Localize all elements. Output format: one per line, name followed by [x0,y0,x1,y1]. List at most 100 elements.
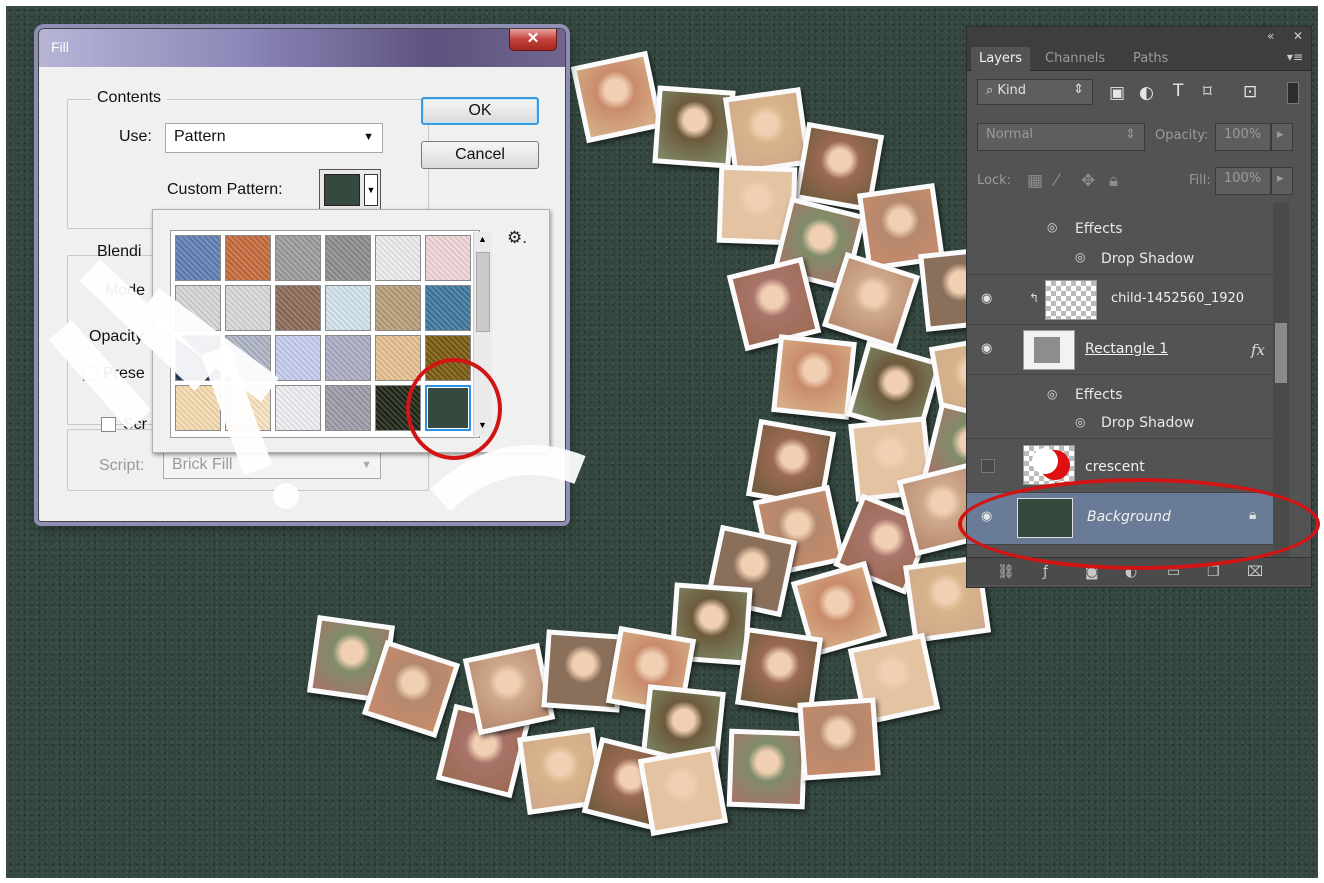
annotation-ring-pattern [406,358,502,460]
fill-label: Fill: [1189,173,1211,188]
photo-image [657,90,731,164]
eye-icon[interactable]: ◎ [1047,220,1057,234]
layer-row-rectangle[interactable]: ◉ Rectangle 1 fx [967,325,1287,375]
type-filter-icon[interactable]: T [1173,81,1183,101]
kind-filter[interactable]: ⌕ Kind ⇕ [977,79,1093,105]
collage-photo [462,642,556,736]
tab-channels[interactable]: Channels [1037,47,1113,71]
pattern-swatch[interactable] [175,285,221,331]
opacity-field[interactable]: 100% [1215,123,1271,151]
pattern-swatch[interactable] [325,285,371,331]
shape-filter-icon[interactable]: ⌑ [1203,82,1212,102]
collage-photo [771,334,857,420]
pattern-swatch[interactable] [225,285,271,331]
pattern-swatch[interactable] [175,385,221,431]
script-value: Brick Fill [172,456,233,473]
clip-arrow-icon: ↰ [1029,291,1040,305]
scrollbar-thumb[interactable] [476,252,490,332]
pattern-swatch[interactable] [325,235,371,281]
fill-field[interactable]: 100% [1215,167,1271,195]
script-dropdown[interactable]: Brick Fill ▼ [163,451,381,479]
image-filter-icon[interactable]: ▣ [1109,83,1125,103]
effects-group-2[interactable]: ◎ Effects ◎ Drop Shadow [967,375,1287,439]
layer-thumbnail [1023,330,1075,370]
collapse-icon[interactable]: « [1267,29,1274,43]
link-layers-icon[interactable]: ⛓ [997,564,1015,580]
panel-tabs: Layers Channels Paths ▾≡ [967,47,1311,71]
lock-move-icon[interactable]: ✥ [1081,171,1095,191]
layer-name: crescent [1085,459,1145,475]
collage-photo [726,728,808,810]
pattern-swatch[interactable] [375,285,421,331]
fx-icon[interactable]: fx [1251,341,1265,359]
collage-photo [570,50,664,144]
dialog-titlebar[interactable]: Fill ✕ [39,29,565,67]
pattern-swatch[interactable] [325,335,371,381]
dialog-title: Fill [51,39,69,55]
script-field-label: Script: [99,457,145,474]
blend-mode-dropdown[interactable]: Normal ⇕ [977,123,1145,151]
lock-brush-icon[interactable]: ⁄ [1055,171,1058,191]
cancel-button[interactable]: Cancel [421,141,539,169]
panel-menu-icon[interactable]: ▾≡ [1287,50,1303,64]
scroll-up-arrow[interactable]: ▲ [478,234,487,244]
pattern-dropdown-arrow[interactable]: ▼ [364,174,378,206]
gear-icon[interactable]: ⚙. [507,228,527,248]
effects-group-1[interactable]: ◎ Effects ◎ Drop Shadow [967,203,1287,275]
preserve-transparency-checkbox[interactable] [83,366,98,381]
pattern-swatch[interactable] [225,385,271,431]
visibility-eye-icon[interactable]: ◉ [981,341,992,356]
chevron-down-icon: ▼ [363,131,374,143]
tab-paths[interactable]: Paths [1125,47,1176,71]
opacity-dropdown-arrow[interactable]: ▸ [1271,123,1293,151]
ok-button[interactable]: OK [421,97,539,125]
scrollbar-thumb[interactable] [1275,323,1287,383]
fill-dropdown-arrow[interactable]: ▸ [1271,167,1293,195]
close-button[interactable]: ✕ [509,29,557,51]
selected-pattern-swatch [324,174,360,206]
pattern-swatch[interactable] [275,235,321,281]
layer-thumbnail [1045,280,1097,320]
photo-image [776,339,852,415]
collage-photo [722,86,812,176]
pattern-swatch[interactable] [275,335,321,381]
visibility-eye-icon[interactable]: ◉ [981,291,992,306]
pattern-swatch[interactable] [425,285,471,331]
pattern-swatch[interactable] [425,235,471,281]
lock-icon[interactable]: 🔒︎ [1109,171,1118,191]
pattern-swatch[interactable] [175,335,221,381]
tab-layers[interactable]: Layers [971,47,1031,71]
pattern-swatch[interactable] [325,385,371,431]
use-dropdown[interactable]: Pattern ▼ [165,123,383,153]
custom-pattern-label: Custom Pattern: [167,181,283,198]
pattern-swatch[interactable] [375,235,421,281]
pattern-swatch[interactable] [225,335,271,381]
fx-icon[interactable]: ƒ [1043,564,1048,580]
photo-image [740,632,818,710]
smart-object-filter-icon[interactable]: ⊡ [1243,82,1257,102]
fill-value: 100% [1224,171,1262,186]
close-panel-icon[interactable]: ✕ [1293,29,1303,43]
trash-icon[interactable]: ⌧ [1247,564,1263,580]
use-label: Use: [119,128,152,145]
lock-transparent-icon[interactable]: ▦ [1027,171,1043,191]
pattern-swatch[interactable] [275,285,321,331]
eye-icon[interactable]: ◎ [1047,387,1057,401]
visibility-toggle-empty[interactable] [981,459,995,473]
lock-label: Lock: [977,173,1012,188]
photo-image [802,702,876,776]
layer-row-child[interactable]: ◉ ↰ child-1452560_1920 [967,275,1287,325]
script-label: Scr [123,416,147,433]
pattern-swatch[interactable] [225,235,271,281]
eye-icon[interactable]: ◎ [1075,415,1085,429]
pattern-swatch[interactable] [175,235,221,281]
eye-icon[interactable]: ◎ [1075,250,1085,264]
pattern-swatch[interactable] [275,385,321,431]
adjustment-filter-icon[interactable]: ◐ [1139,83,1154,103]
filter-toggle[interactable] [1287,82,1299,104]
photo-image [368,646,454,732]
crescent-cutout [1032,448,1058,474]
pattern-swatch[interactable] [375,335,421,381]
script-checkbox[interactable] [101,417,116,432]
custom-pattern-picker[interactable]: ▼ [319,169,381,211]
